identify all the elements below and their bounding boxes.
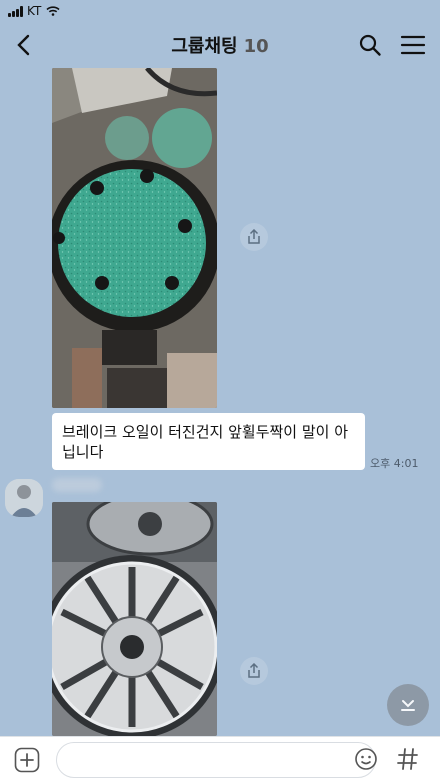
- share-icon[interactable]: [240, 657, 268, 685]
- message-time: 오후 4:01: [370, 457, 419, 470]
- hashtag-icon[interactable]: [396, 746, 420, 772]
- chat-title: 그룹채팅 10: [171, 32, 268, 58]
- carrier-label: KT: [27, 4, 42, 18]
- message-bubble[interactable]: 브레이크 오일이 터진건지 앞휠두짝이 말이 아닙니다: [52, 413, 365, 470]
- share-icon-glyph: [248, 663, 260, 678]
- chat-photo-brake-rotor[interactable]: [52, 68, 217, 408]
- message-input-bar: [0, 736, 440, 783]
- hamburger-menu-icon[interactable]: [400, 34, 426, 56]
- brake-rotor-image: [52, 68, 217, 408]
- scroll-to-bottom-button[interactable]: [387, 684, 429, 726]
- alloy-wheel-image: [52, 502, 217, 736]
- chevron-left-icon[interactable]: [12, 32, 38, 58]
- avatar-image: [5, 479, 43, 517]
- chat-room-name: 그룹채팅: [171, 36, 238, 57]
- avatar[interactable]: [5, 479, 43, 517]
- member-count: 10: [243, 36, 269, 57]
- chevron-down-icon: [401, 700, 415, 711]
- share-icon-glyph: [248, 229, 260, 244]
- chat-header: 그룹채팅 10: [0, 22, 440, 68]
- plus-icon[interactable]: [14, 747, 40, 773]
- status-bar: KT: [0, 0, 440, 22]
- chat-photo-wheel[interactable]: [52, 502, 217, 736]
- share-icon[interactable]: [240, 223, 268, 251]
- wifi-icon: [46, 6, 60, 16]
- emoji-icon[interactable]: [354, 747, 378, 771]
- signal-icon: [8, 5, 23, 17]
- search-icon[interactable]: [358, 33, 382, 57]
- message-input[interactable]: [56, 742, 376, 778]
- sender-name-redacted: [52, 478, 102, 492]
